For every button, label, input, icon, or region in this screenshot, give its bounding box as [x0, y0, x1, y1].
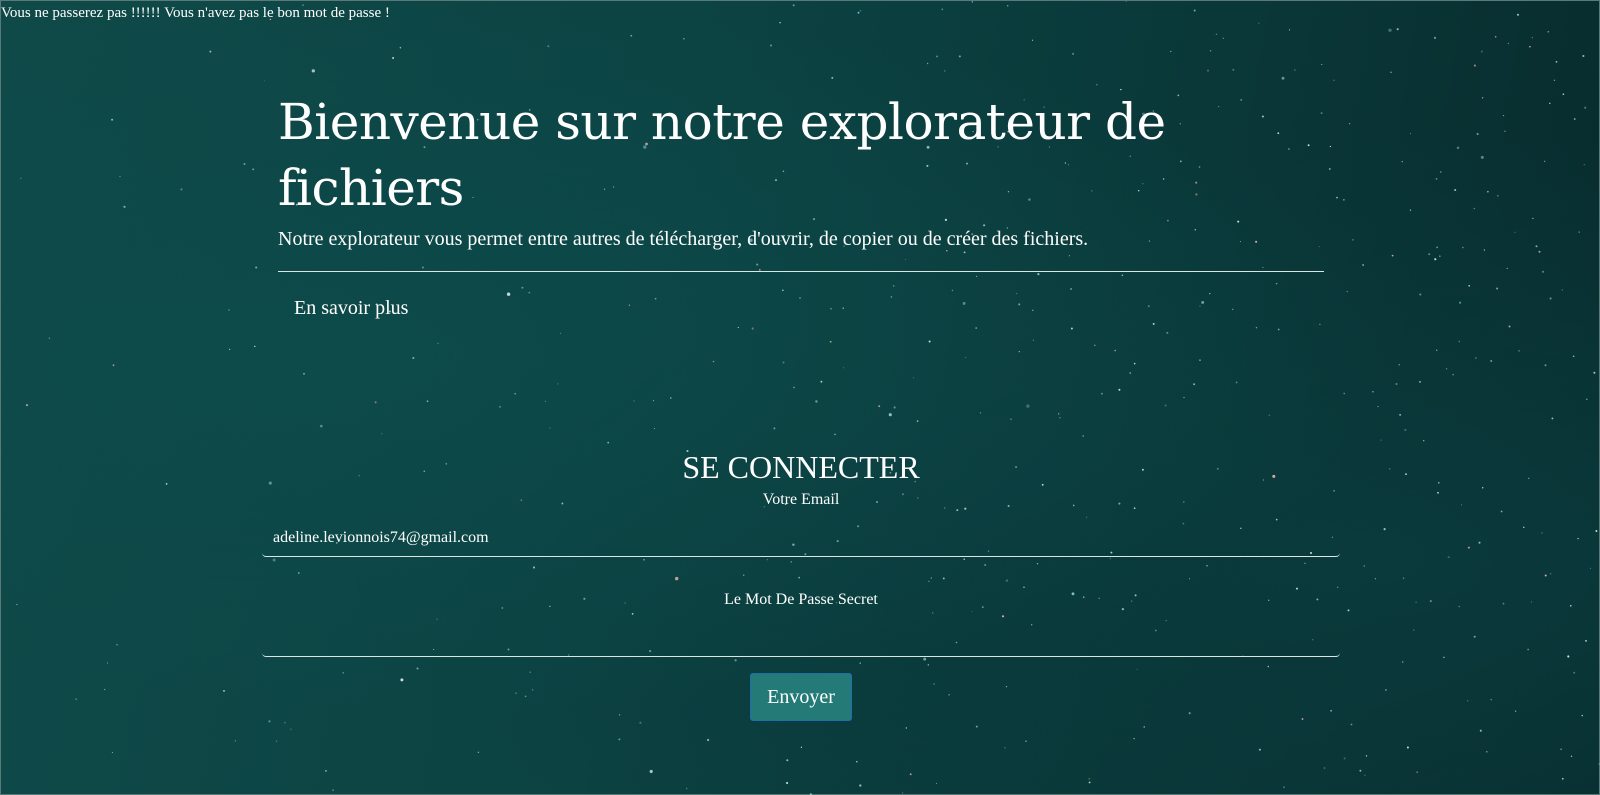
password-field[interactable]: [262, 619, 1340, 657]
email-field[interactable]: [262, 519, 1340, 557]
error-message: Vous ne passerez pas !!!!!! Vous n'avez …: [1, 5, 390, 21]
password-label: Le Mot De Passe Secret: [724, 591, 878, 608]
page-title: Bienvenue sur notre explorateur de fichi…: [278, 93, 1166, 217]
hero-section: Bienvenue sur notre explorateur de fichi…: [278, 89, 1324, 320]
send-button[interactable]: Envoyer: [750, 673, 852, 721]
page-subtitle: Notre explorateur vous permet entre autr…: [278, 228, 1089, 250]
hero-divider: [278, 271, 1324, 272]
login-form: SE CONNECTER Votre Email Le Mot De Passe…: [262, 449, 1340, 721]
learn-more-link[interactable]: En savoir plus: [294, 296, 408, 320]
email-label: Votre Email: [762, 491, 840, 508]
login-heading: SE CONNECTER: [682, 449, 920, 485]
